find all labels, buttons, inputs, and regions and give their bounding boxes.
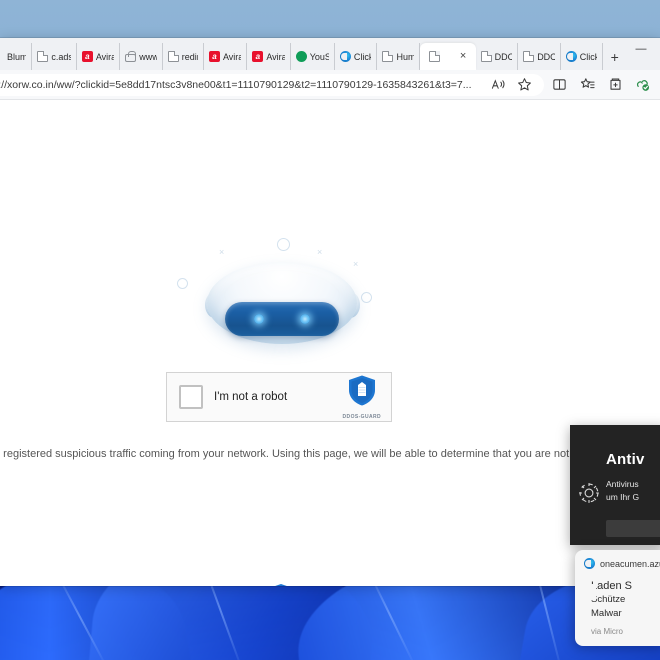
toast-body: Laden S Schütze Malwar via Micro <box>584 579 660 639</box>
edge-icon <box>584 558 595 569</box>
decoration-x-icon: × <box>219 247 225 257</box>
page-icon <box>428 51 440 62</box>
browser-toolbar: s://xorw.co.in/ww/?clickid=5e8dd17ntsc3v… <box>0 70 660 100</box>
address-bar[interactable]: s://xorw.co.in/ww/?clickid=5e8dd17ntsc3v… <box>0 73 544 97</box>
browser-essentials-icon[interactable] <box>630 73 656 97</box>
shield-icon <box>266 582 296 586</box>
captcha-checkbox[interactable] <box>179 385 203 409</box>
antivirus-notification-title: Antiv <box>606 451 645 468</box>
wallpaper-bloom-art <box>0 586 660 660</box>
tab-title: DDC <box>494 51 513 62</box>
robot-visor <box>225 302 339 336</box>
browser-tab[interactable]: DDC <box>518 43 561 70</box>
ddos-guard-label: DDOS-GUARD <box>342 414 381 420</box>
avira-icon: a <box>252 51 264 62</box>
favorites-list-icon[interactable] <box>574 73 600 97</box>
antivirus-notification[interactable]: Antiv Antivirus um Ihr G <box>570 425 660 545</box>
decoration-ring-icon <box>177 278 188 289</box>
tab-title: Blum <box>7 51 27 62</box>
browser-tab[interactable]: Click <box>335 43 378 70</box>
robot-eye-left <box>254 314 264 324</box>
tab-title: redir <box>181 51 198 62</box>
antivirus-body-line-1: Antivirus <box>606 479 639 489</box>
browser-tab[interactable]: Click <box>561 43 604 70</box>
captcha-widget[interactable]: I'm not a robot DDOS-GUARD <box>166 372 392 422</box>
browser-tab[interactable]: YouS <box>291 43 335 70</box>
green-circle-icon <box>295 51 307 62</box>
decoration-ring-icon <box>277 238 290 251</box>
browser-window: Blum c.ads a Avira www redir a Avira a A… <box>0 38 660 586</box>
tab-title: DDC <box>537 51 555 62</box>
split-screen-icon[interactable] <box>546 73 572 97</box>
browser-tab[interactable]: a Avira <box>204 43 248 70</box>
page-icon <box>37 51 49 62</box>
toast-title: Laden S <box>591 580 632 592</box>
new-tab-button[interactable]: + <box>603 44 626 70</box>
browser-tab[interactable]: c.ads <box>32 43 77 70</box>
collections-icon[interactable] <box>602 73 628 97</box>
page-icon <box>480 51 492 62</box>
window-controls: — <box>626 38 660 70</box>
page-content: × × × I'm not a robot DDOS-GUARD e regis… <box>0 100 660 586</box>
ddos-guard-logo: DDOS-GUARD <box>343 374 381 420</box>
page-icon <box>167 51 179 62</box>
page-icon <box>382 51 394 62</box>
browser-tab[interactable]: redir <box>163 43 204 70</box>
browser-tab[interactable]: Hum <box>377 43 420 70</box>
gear-icon <box>576 480 602 511</box>
tab-strip: Blum c.ads a Avira www redir a Avira a A… <box>0 38 660 70</box>
tab-title: www <box>139 51 157 62</box>
tab-title: Avira <box>95 51 115 62</box>
browser-tab[interactable]: a Avira <box>77 43 121 70</box>
footer-ddos-guard-logo: DDOS-GUARD <box>246 582 316 586</box>
page-icon <box>523 51 535 62</box>
edge-icon <box>565 51 577 62</box>
url-text[interactable]: s://xorw.co.in/ww/?clickid=5e8dd17ntsc3v… <box>0 79 485 91</box>
toast-source-label: oneacumen.azu <box>600 558 660 569</box>
toast-line-2: Schütze <box>591 594 626 605</box>
tab-title: Avira <box>222 51 242 62</box>
browser-tab[interactable]: a Avira <box>247 43 291 70</box>
lock-icon <box>125 50 137 62</box>
browser-tab[interactable]: www <box>120 43 163 70</box>
tab-title: Click <box>353 51 372 62</box>
tab-title: Avira <box>266 51 285 62</box>
tab-title: Hum <box>396 51 414 62</box>
antivirus-notification-body: Antivirus um Ihr G <box>606 478 639 504</box>
minimize-button[interactable]: — <box>626 38 656 60</box>
edge-icon <box>339 51 351 62</box>
suspicious-traffic-message: e registered suspicious traffic coming f… <box>0 448 619 460</box>
tab-title: c.ads <box>51 51 71 62</box>
toast-line-3: Malwar <box>591 608 622 619</box>
windows-toast-notification[interactable]: oneacumen.azu Laden S Schütze Malwar via… <box>575 550 660 646</box>
robot-illustration: × × × <box>177 230 380 360</box>
browser-tab[interactable]: DDC <box>476 43 519 70</box>
decoration-ring-icon <box>361 292 372 303</box>
antivirus-body-line-2: um Ihr G <box>606 492 640 502</box>
toast-text-block: Laden S Schütze Malwar via Micro <box>591 579 632 639</box>
robot-eye-right <box>300 314 310 324</box>
captcha-label: I'm not a robot <box>214 391 288 403</box>
toast-source-row: oneacumen.azu <box>584 558 660 569</box>
tab-title: Click <box>579 51 598 62</box>
read-aloud-icon[interactable] <box>485 73 511 97</box>
favorite-star-icon[interactable] <box>511 73 537 97</box>
close-icon[interactable]: × <box>460 51 466 62</box>
shield-icon <box>347 374 377 412</box>
decoration-x-icon: × <box>317 247 323 257</box>
avira-icon: a <box>81 51 93 62</box>
antivirus-action-button[interactable] <box>606 520 660 537</box>
decoration-x-icon: × <box>353 259 359 269</box>
tab-title: YouS <box>309 51 329 62</box>
toast-via-label: via Micro <box>591 627 624 636</box>
avira-icon: a <box>208 51 220 62</box>
browser-tab[interactable]: Blum <box>2 43 33 70</box>
browser-tab-active[interactable]: × <box>419 43 476 70</box>
